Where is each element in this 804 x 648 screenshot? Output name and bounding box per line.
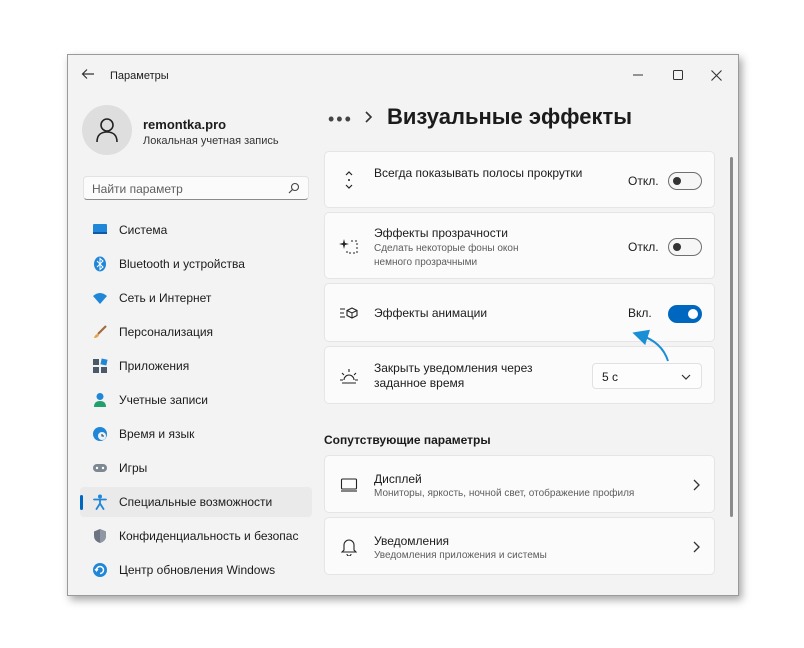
setting-animation: Эффекты анимации Вкл. xyxy=(324,283,715,342)
related-notifications[interactable]: Уведомления Уведомления приложения и сис… xyxy=(324,517,715,575)
breadcrumb-chevron-icon xyxy=(365,111,373,123)
sidebar-item-accounts[interactable]: Учетные записи xyxy=(80,385,312,415)
sidebar-item-label: Игры xyxy=(119,461,148,475)
sidebar-item-label: Учетные записи xyxy=(119,393,208,407)
chevron-right-icon xyxy=(693,541,700,553)
accessibility-icon xyxy=(92,494,108,510)
shield-icon xyxy=(92,528,108,544)
search-input[interactable]: Найти параметр xyxy=(83,176,309,200)
sidebar-item-gaming[interactable]: Игры xyxy=(80,453,312,483)
globe-clock-icon xyxy=(92,426,108,442)
setting-title: Всегда показывать полосы прокрутки xyxy=(374,166,583,180)
search-placeholder: Найти параметр xyxy=(92,182,183,196)
sidebar-item-accessibility[interactable]: Специальные возможности xyxy=(80,487,312,517)
maximize-icon xyxy=(673,70,683,80)
toggle-state-label: Откл. xyxy=(628,240,659,254)
settings-window: Параметры remontka.pro Локальная учетная… xyxy=(67,54,739,596)
setting-transparency: Эффекты прозрачности Сделать некоторые ф… xyxy=(324,212,715,279)
sidebar-item-label: Персонализация xyxy=(119,325,214,339)
person-avatar-icon xyxy=(96,118,118,143)
breadcrumb-more-button[interactable]: ••• xyxy=(328,109,353,130)
display-icon xyxy=(92,222,108,238)
close-icon xyxy=(710,69,722,81)
sidebar-item-label: Bluetooth и устройства xyxy=(119,257,245,271)
profile-account-type: Локальная учетная запись xyxy=(143,135,279,147)
profile-name: remontka.pro xyxy=(143,117,227,132)
scrollbar[interactable] xyxy=(730,157,733,517)
brightness-sun-icon xyxy=(339,366,359,386)
sidebar-item-network[interactable]: Сеть и Интернет xyxy=(80,283,312,313)
gamepad-icon xyxy=(92,460,108,476)
chevron-right-icon xyxy=(693,479,700,491)
page-title: Визуальные эффекты xyxy=(387,104,633,129)
apps-icon xyxy=(92,358,108,374)
active-indicator xyxy=(80,495,83,510)
chevron-down-icon xyxy=(681,374,691,380)
update-icon xyxy=(92,562,108,578)
related-title: Уведомления xyxy=(374,534,450,548)
setting-title: Закрыть уведомления через заданное время xyxy=(374,361,533,390)
bell-icon xyxy=(339,537,359,557)
brush-icon xyxy=(92,324,108,340)
sidebar-item-windows-update[interactable]: Центр обновления Windows xyxy=(80,555,312,585)
animation-effects-icon xyxy=(339,303,359,323)
person-icon xyxy=(92,392,108,408)
sidebar-item-label: Время и язык xyxy=(119,427,195,441)
setting-title: Эффекты анимации xyxy=(374,306,488,320)
sidebar-item-time-language[interactable]: Время и язык xyxy=(80,419,312,449)
transparency-toggle[interactable] xyxy=(668,238,702,256)
sidebar-item-label: Конфиденциальность и безопас xyxy=(119,529,299,543)
back-arrow-icon[interactable] xyxy=(80,66,96,82)
bluetooth-icon xyxy=(92,256,108,272)
related-description: Мониторы, яркость, ночной свет, отображе… xyxy=(374,488,635,499)
dropdown-value: 5 с xyxy=(602,370,619,384)
scrollbars-toggle[interactable] xyxy=(668,172,702,190)
toggle-state-label: Откл. xyxy=(628,174,659,188)
related-title: Дисплей xyxy=(374,472,422,486)
timeout-dropdown[interactable]: 5 с xyxy=(592,363,702,389)
app-title: Параметры xyxy=(110,70,169,82)
maximize-button[interactable] xyxy=(660,61,696,89)
related-display[interactable]: Дисплей Мониторы, яркость, ночной свет, … xyxy=(324,455,715,513)
setting-title: Эффекты прозрачности xyxy=(374,226,508,240)
transparency-sparkle-icon xyxy=(339,236,359,256)
wifi-icon xyxy=(92,290,108,306)
sidebar-item-personalization[interactable]: Персонализация xyxy=(80,317,312,347)
toggle-state-label: Вкл. xyxy=(628,306,652,320)
sidebar-item-label: Система xyxy=(119,223,168,237)
monitor-icon xyxy=(339,475,359,495)
sidebar-item-label: Приложения xyxy=(119,359,190,373)
minimize-icon xyxy=(633,74,643,76)
search-icon xyxy=(288,182,300,194)
setting-notification-timeout: Закрыть уведомления через заданное время… xyxy=(324,346,715,404)
sidebar-item-privacy[interactable]: Конфиденциальность и безопас xyxy=(80,521,312,551)
related-description: Уведомления приложения и системы xyxy=(374,550,547,561)
minimize-button[interactable] xyxy=(620,61,656,89)
sidebar-item-apps[interactable]: Приложения xyxy=(80,351,312,381)
title-bar: Параметры xyxy=(68,55,738,97)
sidebar-item-label: Сеть и Интернет xyxy=(119,291,212,305)
scrollbar-arrows-icon xyxy=(339,170,359,190)
avatar[interactable] xyxy=(82,105,132,155)
setting-scrollbars: Всегда показывать полосы прокрутки Откл. xyxy=(324,151,715,208)
sidebar-nav: Система Bluetooth и устройства Сеть и Ин… xyxy=(80,215,312,589)
animation-toggle[interactable] xyxy=(668,305,702,323)
related-settings-heading: Сопутствующие параметры xyxy=(324,433,491,447)
sidebar-item-label: Центр обновления Windows xyxy=(119,563,276,577)
close-button[interactable] xyxy=(698,61,734,89)
setting-description: Сделать некоторые фоны окон немного проз… xyxy=(374,243,519,268)
sidebar-item-system[interactable]: Система xyxy=(80,215,312,245)
sidebar-item-label: Специальные возможности xyxy=(119,495,273,509)
sidebar-item-bluetooth[interactable]: Bluetooth и устройства xyxy=(80,249,312,279)
